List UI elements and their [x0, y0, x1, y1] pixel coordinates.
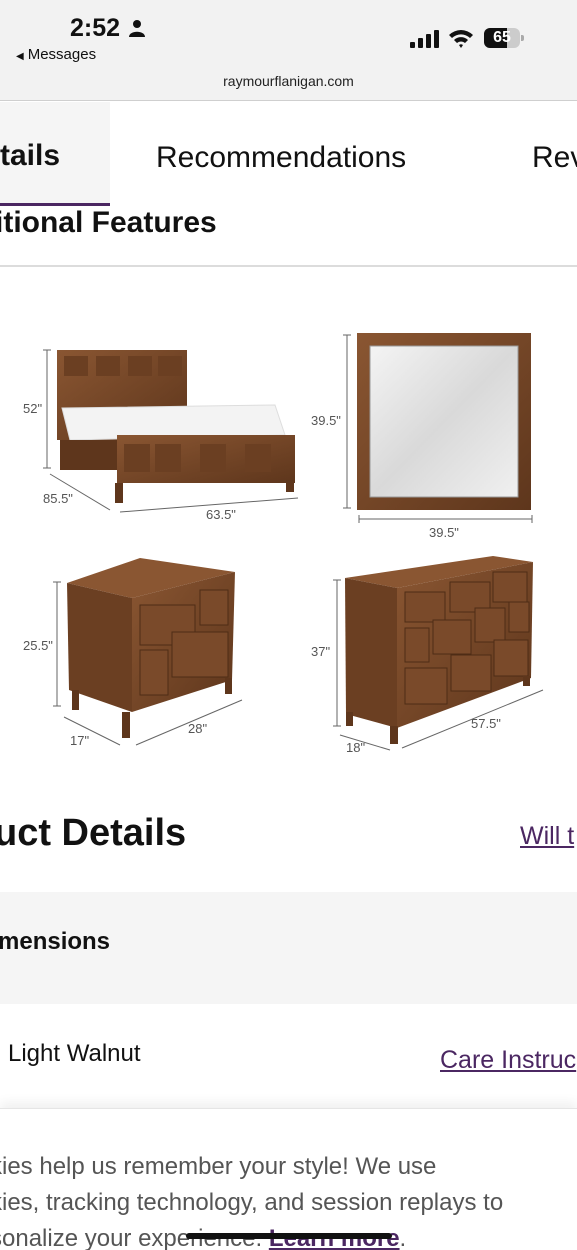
mirror-width-label: 39.5"	[429, 525, 459, 540]
dresser-width-label: 57.5"	[471, 716, 501, 731]
dresser-image	[333, 556, 544, 751]
status-bar: 2:52 ◀ Messages 65	[0, 0, 577, 70]
product-tabs: tails Recommendations Rev	[0, 102, 577, 206]
bed-height-label: 52"	[23, 401, 42, 416]
cookie-text-line-3-suffix: .	[399, 1225, 407, 1250]
tab-details[interactable]: tails	[0, 102, 110, 206]
person-icon	[129, 20, 145, 37]
dresser-depth-label: 18"	[346, 740, 365, 755]
cookie-banner: kies help us remember your style! We use…	[0, 1108, 577, 1250]
browser-url-bar[interactable]: raymourflanigan.com	[0, 70, 577, 101]
cookie-text-line-2: kies, tracking technology, and session r…	[0, 1189, 504, 1216]
url-text[interactable]: raymourflanigan.com	[0, 73, 577, 89]
battery-body: 65	[484, 28, 520, 48]
nightstand-depth-label: 17"	[70, 733, 89, 748]
additional-features-heading: itional Features	[0, 206, 217, 239]
back-label: Messages	[27, 46, 97, 63]
cookie-text-line-1: kies help us remember your style! We use	[0, 1153, 437, 1180]
bed-image	[43, 349, 299, 513]
back-arrow-icon: ◀	[16, 51, 24, 62]
battery-cap	[521, 35, 524, 41]
back-to-messages-link[interactable]: ◀ Messages	[16, 46, 96, 63]
mirror-height-label: 39.5"	[311, 413, 341, 428]
tab-recommendations[interactable]: Recommendations	[156, 102, 406, 206]
home-indicator[interactable]	[186, 1233, 392, 1239]
wifi-icon	[449, 30, 473, 48]
tab-reviews[interactable]: Rev	[532, 102, 577, 206]
dimension-diagram: 52" 85.5" 63.5" 39.5" 39.5" 25.5" 17" 28…	[23, 333, 544, 755]
dimensions-accordion-label: mensions	[0, 928, 111, 955]
mirror-image	[343, 333, 533, 523]
bed-depth-label: 85.5"	[43, 491, 73, 506]
section-divider	[0, 265, 577, 267]
signal-icon	[410, 30, 439, 48]
color-value: Light Walnut	[8, 1040, 141, 1067]
dimensions-accordion[interactable]: mensions	[0, 892, 577, 1004]
nightstand-width-label: 28"	[188, 721, 207, 736]
nightstand-height-label: 25.5"	[23, 638, 53, 653]
battery-level: 65	[493, 29, 511, 46]
battery-icon: 65	[484, 28, 524, 48]
will-it-fit-link[interactable]: Will t	[520, 822, 574, 851]
care-instructions-link[interactable]: Care Instruc	[440, 1046, 576, 1075]
product-details-heading: uct Details	[0, 812, 187, 854]
nightstand-image	[53, 558, 243, 746]
dresser-height-label: 37"	[311, 644, 330, 659]
bed-width-label: 63.5"	[206, 507, 236, 522]
clock: 2:52	[70, 14, 121, 42]
